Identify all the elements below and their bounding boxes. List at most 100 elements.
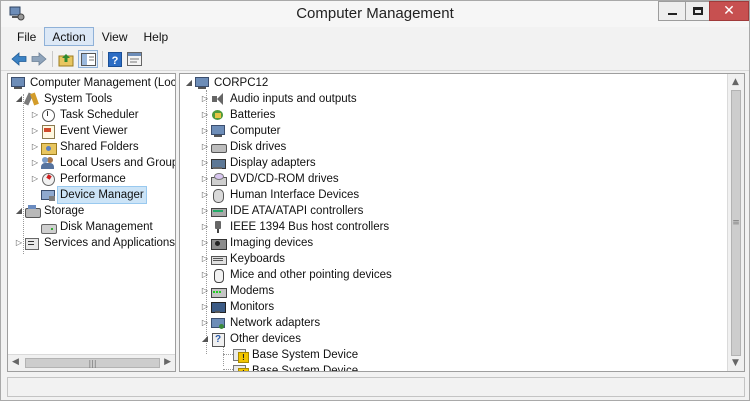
computer-icon (194, 76, 210, 90)
collapsed-arrow-icon[interactable]: ▷ (200, 251, 210, 267)
window-title: Computer Management (296, 5, 454, 22)
tree-item-device-manager[interactable]: Device Manager (30, 186, 147, 204)
device-category-modems[interactable]: ▷ Modems (200, 283, 274, 299)
collapsed-arrow-icon[interactable]: ▷ (200, 283, 210, 299)
help-button[interactable]: ? (106, 50, 123, 68)
device-category-display-adapters[interactable]: ▷ Display adapters (200, 155, 316, 171)
close-button[interactable]: ✕ (709, 1, 749, 21)
collapsed-arrow-icon[interactable]: ▷ (200, 139, 210, 155)
collapsed-arrow-icon[interactable]: ▷ (200, 267, 210, 283)
device-category-monitors[interactable]: ▷ Monitors (200, 299, 274, 315)
toolbar-separator (102, 51, 103, 67)
menu-file[interactable]: File (9, 27, 44, 46)
device-category-keyboards[interactable]: ▷ Keyboards (200, 251, 285, 267)
collapsed-arrow-icon[interactable]: ▷ (30, 155, 40, 171)
device-category-label: Human Interface Devices (230, 189, 360, 201)
tree-item-local-users-and-groups[interactable]: ▷ Local Users and Groups (30, 155, 175, 171)
collapsed-arrow-icon[interactable]: ▷ (14, 235, 24, 251)
expanded-arrow-icon[interactable]: ◢ (14, 91, 24, 107)
collapsed-arrow-icon[interactable]: ▷ (200, 219, 210, 235)
collapsed-arrow-icon[interactable]: ▷ (200, 155, 210, 171)
collapsed-arrow-icon[interactable]: ▷ (200, 123, 210, 139)
expanded-arrow-icon[interactable]: ◢ (14, 203, 24, 219)
tree-item-system-tools[interactable]: ◢ System Tools (14, 91, 112, 107)
tree-item-services-and-applications[interactable]: ▷ Services and Applications (14, 235, 175, 251)
show-hide-console-tree-button[interactable] (78, 50, 98, 68)
device-category-batteries[interactable]: ▷ Batteries (200, 107, 275, 123)
collapsed-arrow-icon[interactable]: ▷ (30, 123, 40, 139)
device-category-disk-drives[interactable]: ▷ Disk drives (200, 139, 286, 155)
scrollbar-thumb[interactable]: ≡ (731, 90, 741, 356)
device-category-dvd-cd-rom[interactable]: ▷ DVD/CD-ROM drives (200, 171, 339, 187)
tree-item-event-viewer[interactable]: ▷ Event Viewer (30, 123, 128, 139)
collapsed-arrow-icon[interactable]: ▷ (200, 91, 210, 107)
device-tree-root[interactable]: ◢ CORPC12 (184, 75, 268, 91)
device-category-hid[interactable]: ▷ Human Interface Devices (200, 187, 359, 203)
tree-item-task-scheduler[interactable]: ▷ Task Scheduler (30, 107, 139, 123)
minimize-button[interactable] (658, 1, 685, 21)
device-item-base-system-device[interactable]: Base System Device (232, 363, 358, 371)
maximize-button[interactable] (685, 1, 709, 21)
toolbar-separator (52, 51, 53, 67)
collapsed-arrow-icon[interactable]: ▷ (200, 315, 210, 331)
scroll-down-arrow-icon[interactable]: ▼ (732, 358, 739, 368)
dvd-icon (210, 172, 227, 186)
collapsed-arrow-icon[interactable]: ▷ (200, 203, 210, 219)
collapsed-arrow-icon[interactable]: ▷ (200, 171, 210, 187)
menu-view[interactable]: View (94, 27, 136, 46)
menu-help[interactable]: Help (136, 27, 177, 46)
tree-item-computer-management[interactable]: Computer Management (Local (10, 75, 175, 91)
device-manager-icon (40, 188, 56, 202)
collapsed-arrow-icon[interactable]: ▷ (200, 187, 210, 203)
tree-guide (23, 94, 24, 254)
horizontal-scrollbar[interactable]: ◀ ||| ▶ (8, 354, 175, 371)
help-icon: ? (107, 51, 122, 67)
menu-action[interactable]: Action (44, 27, 94, 46)
up-one-level-button[interactable] (57, 50, 75, 68)
device-tree-pane[interactable]: ◢ CORPC12 ▷ Audio inputs and outputs ▷ Bat… (179, 73, 745, 372)
device-category-other-devices[interactable]: ◢ Other devices (200, 331, 301, 348)
console-tree-pane[interactable]: Computer Management (Local ◢ System Tool… (7, 73, 176, 372)
computer-icon (10, 76, 26, 90)
device-category-audio[interactable]: ▷ Audio inputs and outputs (200, 91, 357, 107)
collapsed-arrow-icon[interactable]: ▷ (30, 171, 40, 187)
computer-management-window: Computer Management ✕ File Action View H… (0, 0, 750, 401)
device-category-mice[interactable]: ▷ Mice and other pointing devices (200, 267, 392, 283)
collapsed-arrow-icon[interactable]: ▷ (200, 299, 210, 315)
shared-folder-icon (40, 140, 57, 155)
scroll-left-arrow-icon[interactable]: ◀ (12, 357, 19, 367)
tree-item-storage[interactable]: ◢ Storage (14, 203, 84, 219)
tree-item-shared-folders[interactable]: ▷ Shared Folders (30, 139, 139, 155)
ieee1394-icon (210, 220, 226, 234)
close-icon: ✕ (723, 3, 735, 19)
scrollbar-thumb[interactable]: ||| (25, 358, 160, 368)
tree-item-performance[interactable]: ▷ Performance (30, 171, 126, 187)
display-adapter-icon (210, 156, 226, 170)
tree-item-disk-management[interactable]: Disk Management (30, 219, 153, 235)
forward-button[interactable] (30, 50, 48, 68)
device-category-ieee-1394[interactable]: ▷ IEEE 1394 Bus host controllers (200, 219, 389, 235)
device-category-computer[interactable]: ▷ Computer (200, 123, 281, 139)
device-category-network-adapters[interactable]: ▷ Network adapters (200, 315, 320, 331)
tree-item-label: Services and Applications (44, 237, 176, 249)
performance-icon (40, 172, 56, 186)
scroll-right-arrow-icon[interactable]: ▶ (164, 357, 171, 367)
collapsed-arrow-icon[interactable]: ▷ (30, 107, 40, 123)
vertical-scrollbar[interactable]: ▲ ≡ ▼ (727, 74, 744, 371)
title-bar[interactable]: Computer Management ✕ (1, 1, 749, 27)
device-category-ide-controllers[interactable]: ▷ IDE ATA/ATAPI controllers (200, 203, 363, 219)
expanded-arrow-icon[interactable]: ◢ (200, 331, 210, 347)
collapsed-arrow-icon[interactable]: ▷ (200, 107, 210, 123)
properties-button[interactable] (126, 50, 143, 68)
mouse-icon (210, 268, 226, 283)
device-category-imaging-devices[interactable]: ▷ Imaging devices (200, 235, 313, 251)
scroll-up-arrow-icon[interactable]: ▲ (732, 77, 739, 87)
expanded-arrow-icon[interactable]: ◢ (184, 75, 194, 91)
back-button[interactable] (10, 50, 28, 68)
warning-device-icon (232, 364, 249, 371)
device-item-base-system-device[interactable]: Base System Device (232, 347, 358, 363)
device-category-label: IDE ATA/ATAPI controllers (230, 205, 364, 217)
collapsed-arrow-icon[interactable]: ▷ (200, 235, 210, 251)
collapsed-arrow-icon[interactable]: ▷ (30, 139, 40, 155)
